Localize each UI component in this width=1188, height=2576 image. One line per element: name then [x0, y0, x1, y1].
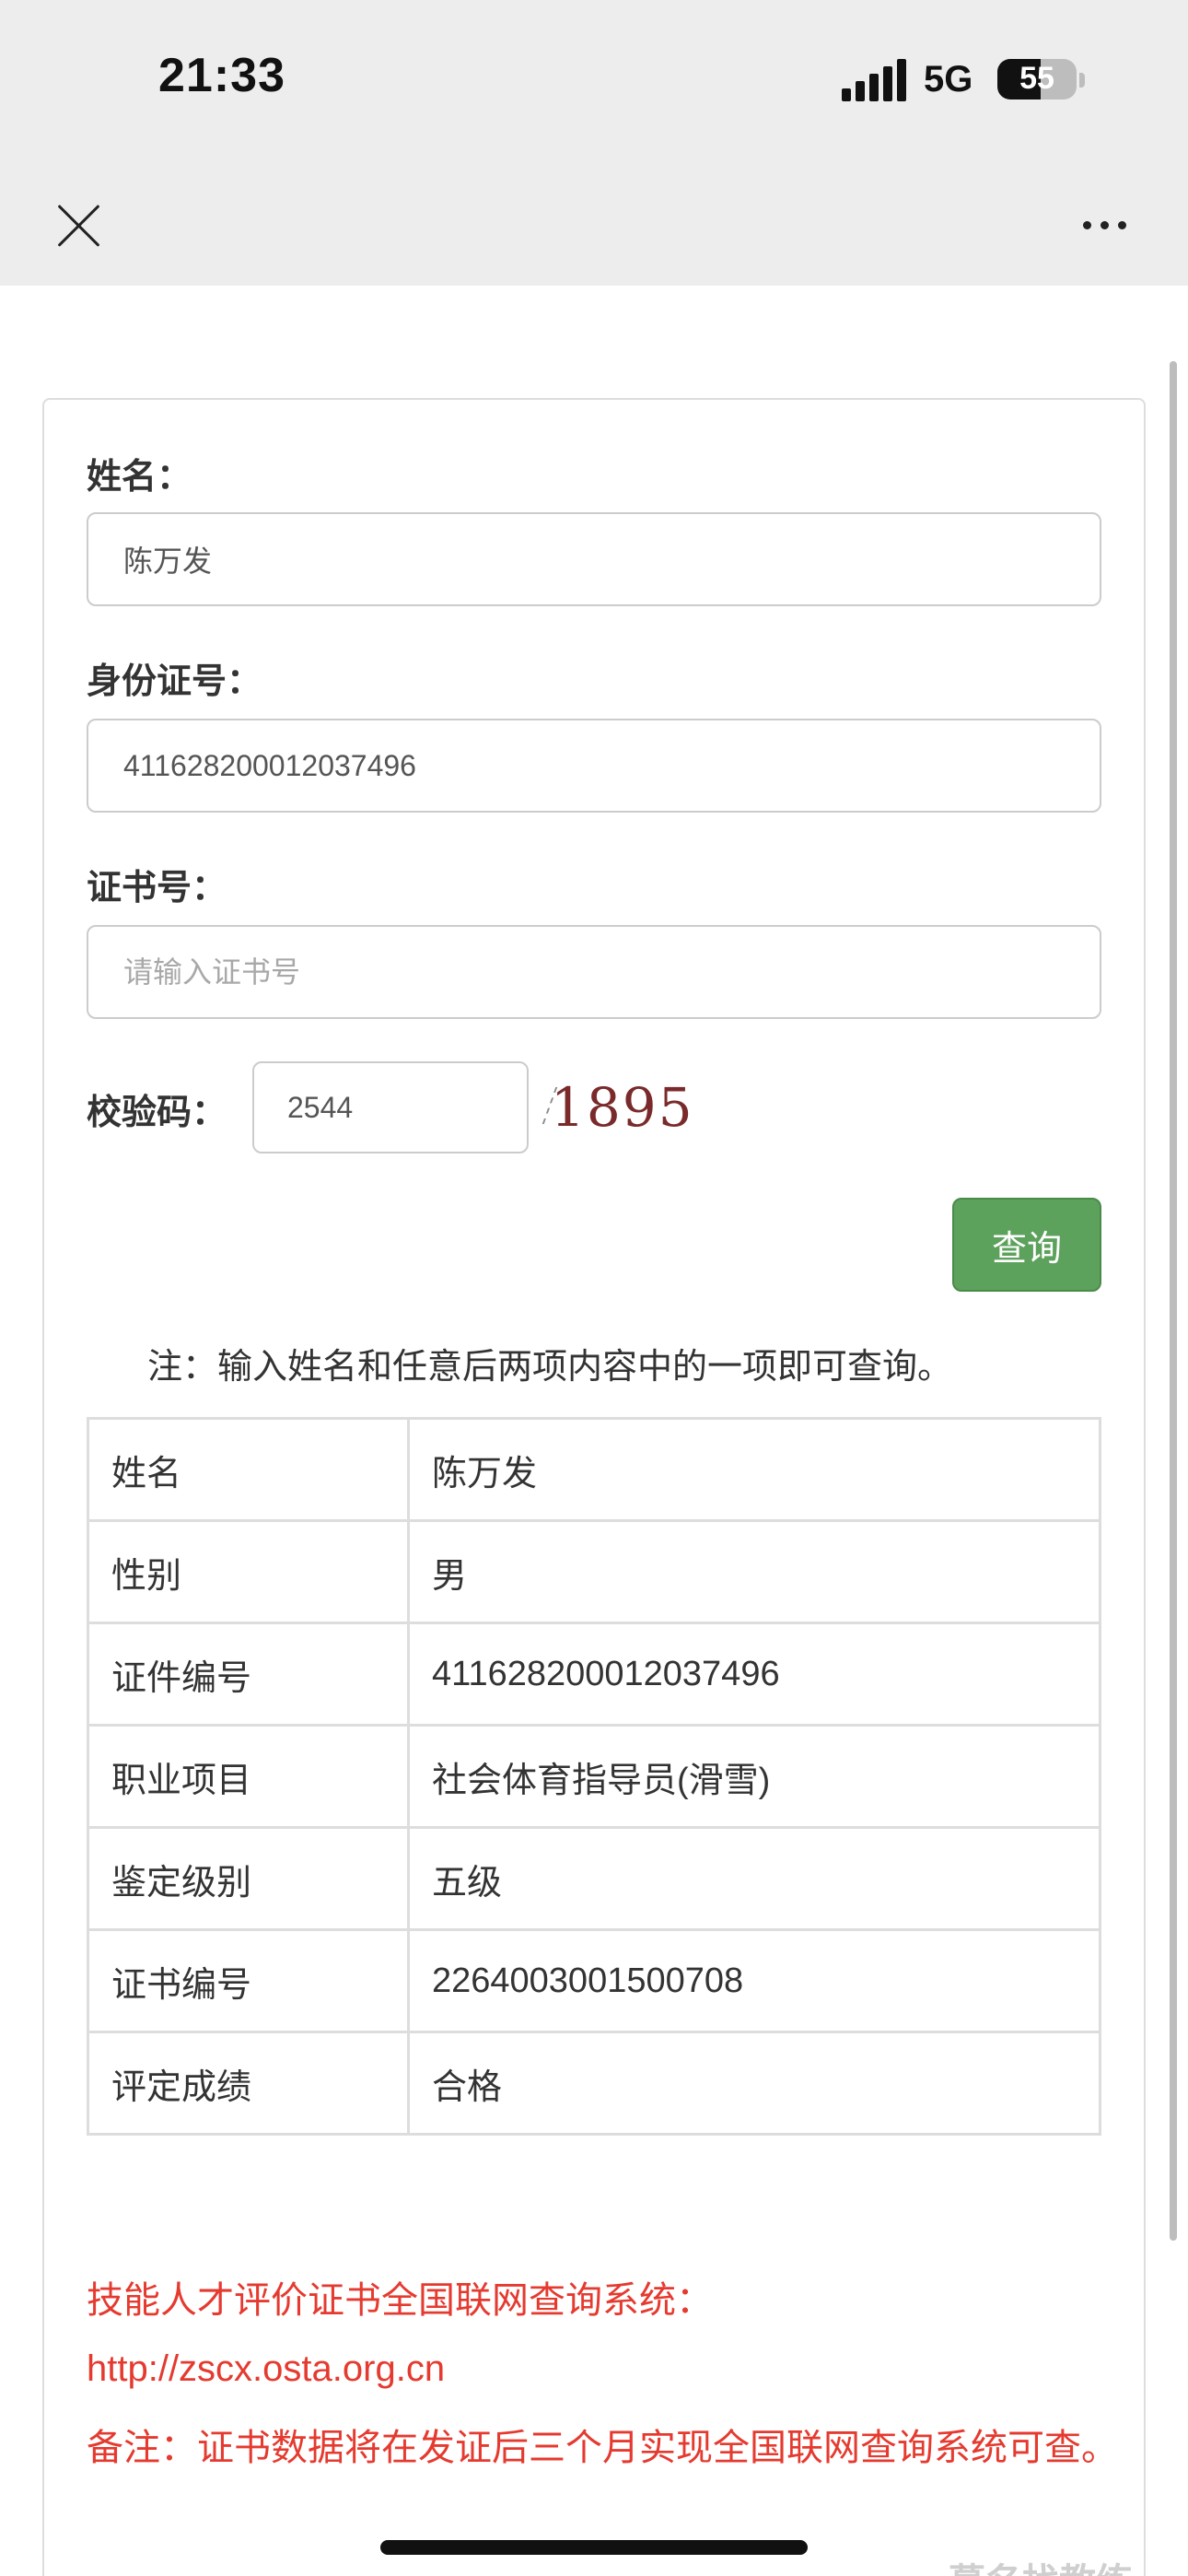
- certificate-number-label: 证书号：: [87, 867, 227, 907]
- table-row: 证件编号 411628200012037496: [87, 1622, 1101, 1727]
- row-key: 姓名: [87, 1417, 410, 1522]
- name-label: 姓名：: [87, 456, 192, 497]
- row-key: 评定成绩: [87, 2031, 410, 2136]
- name-input[interactable]: [87, 512, 1101, 606]
- query-button[interactable]: 查询: [952, 1198, 1101, 1292]
- table-row: 鉴定级别 五级: [87, 1826, 1101, 1931]
- id-number-input[interactable]: [87, 719, 1101, 813]
- row-value: 男: [407, 1519, 1101, 1624]
- captcha-input[interactable]: [252, 1061, 529, 1153]
- row-key: 性别: [87, 1519, 410, 1624]
- table-row: 性别 男: [87, 1519, 1101, 1624]
- query-note: 注：输入姓名和任意后两项内容中的一项即可查询。: [147, 1346, 953, 1387]
- id-number-label: 身份证号：: [87, 661, 262, 701]
- table-row: 证书编号 2264003001500708: [87, 1928, 1101, 2033]
- certificate-number-input[interactable]: [87, 925, 1101, 1019]
- battery-percent: 55: [1019, 61, 1054, 96]
- home-indicator: [380, 2540, 808, 2555]
- scrollbar[interactable]: [1170, 361, 1177, 2241]
- row-value: 2264003001500708: [407, 1928, 1101, 2033]
- cellular-signal-icon: [842, 59, 906, 101]
- captcha-image[interactable]: 1895: [542, 1069, 693, 1142]
- table-row: 姓名 陈万发: [87, 1417, 1101, 1522]
- row-value: 合格: [407, 2031, 1101, 2136]
- status-time: 21:33: [158, 49, 285, 102]
- remark-text: 备注：证书数据将在发证后三个月实现全国联网查询系统可查。: [87, 2427, 1118, 2469]
- network-type: 5G: [924, 59, 973, 100]
- table-row: 评定成绩 合格: [87, 2031, 1101, 2136]
- system-url-link[interactable]: http://zscx.osta.org.cn: [87, 2338, 445, 2399]
- row-value: 陈万发: [407, 1417, 1101, 1522]
- row-key: 鉴定级别: [87, 1826, 410, 1931]
- battery-icon: 55: [997, 59, 1077, 100]
- more-dots-icon[interactable]: [1083, 214, 1138, 236]
- table-row: 职业项目 社会体育指导员(滑雪): [87, 1724, 1101, 1829]
- row-value: 五级: [407, 1826, 1101, 1931]
- system-title: 技能人才评价证书全国联网查询系统：: [87, 2279, 713, 2322]
- row-value: 411628200012037496: [407, 1622, 1101, 1727]
- result-table: 姓名 陈万发 性别 男 证件编号 411628200012037496 职业项目…: [87, 1417, 1101, 2136]
- close-icon[interactable]: [55, 203, 101, 249]
- row-value: 社会体育指导员(滑雪): [407, 1724, 1101, 1829]
- battery-tip: [1079, 73, 1085, 88]
- row-key: 证书编号: [87, 1928, 410, 2033]
- captcha-label: 校验码：: [87, 1092, 227, 1132]
- row-key: 职业项目: [87, 1724, 410, 1829]
- captcha-code: 1895: [551, 1076, 694, 1139]
- top-bar: 21:33 5G 55: [0, 0, 1188, 286]
- watermark: 慕名找教练: [949, 2552, 1133, 2576]
- row-key: 证件编号: [87, 1622, 410, 1727]
